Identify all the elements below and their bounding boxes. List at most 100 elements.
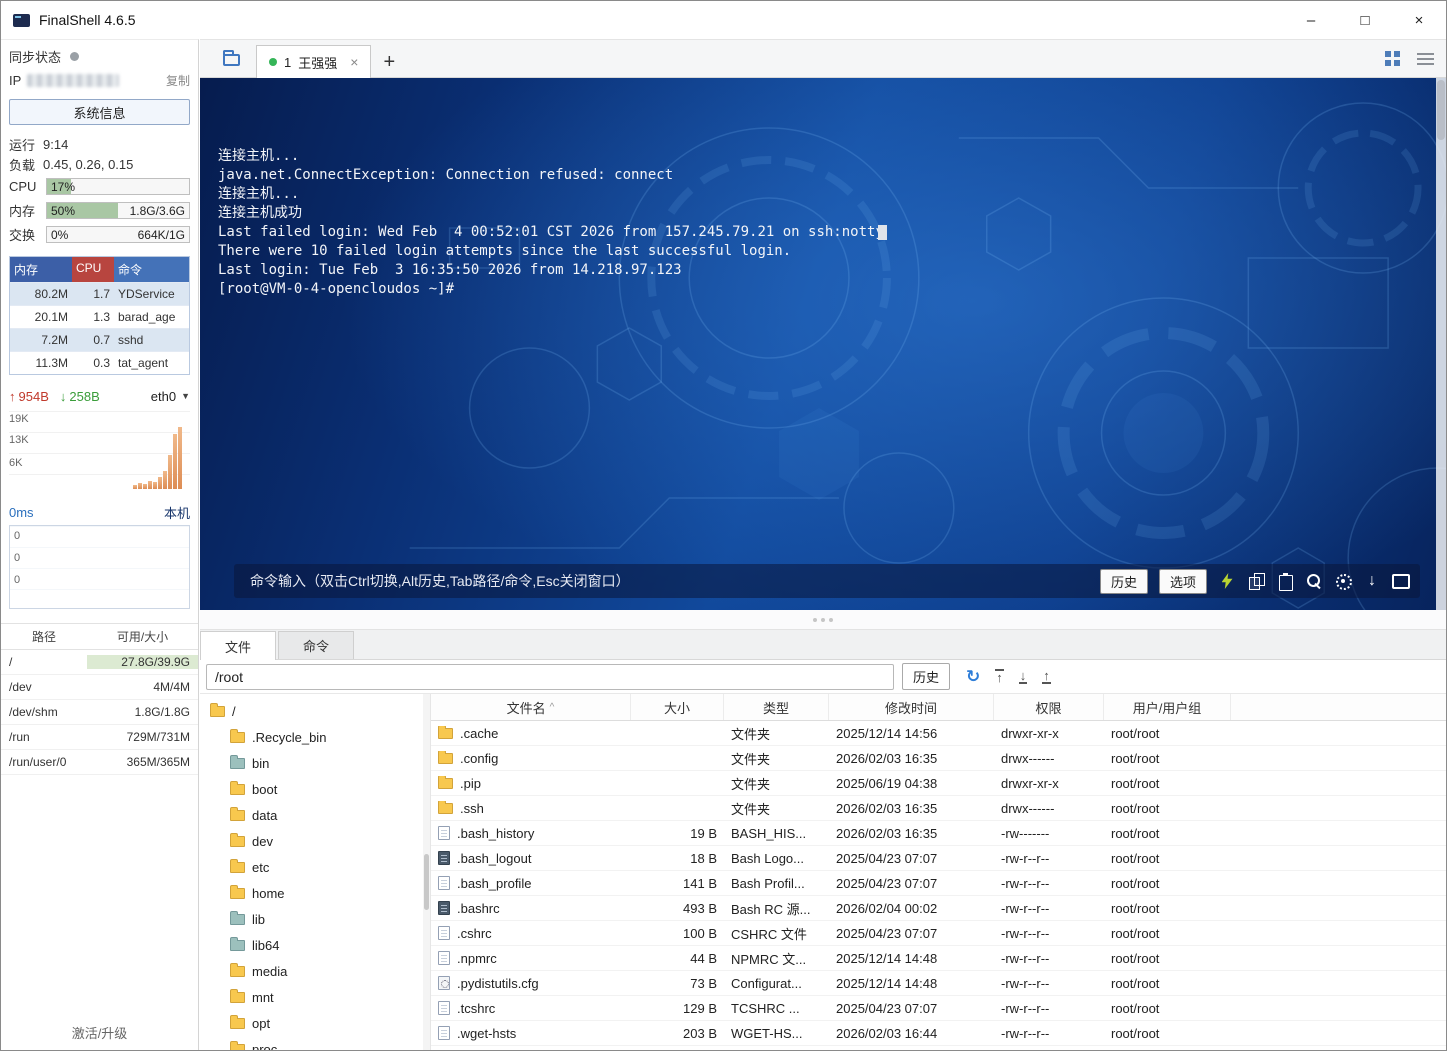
- options-button[interactable]: 选项: [1158, 568, 1207, 594]
- disk-size: 365M/365M: [126, 755, 190, 769]
- disk-col-path[interactable]: 路径: [1, 628, 87, 645]
- download-icon[interactable]: ↓: [1018, 669, 1028, 684]
- col-mtime[interactable]: 修改时间: [829, 694, 994, 720]
- net-chart-bar: [138, 483, 142, 489]
- file-row[interactable]: .bash_profile 141 B Bash Profil... 2025/…: [431, 871, 1446, 896]
- file-row[interactable]: .bashrc 493 B Bash RC 源... 2026/02/04 00…: [431, 896, 1446, 921]
- file-row[interactable]: .npmrc 44 B NPMRC 文... 2025/12/14 14:48 …: [431, 946, 1446, 971]
- tree-item[interactable]: bin: [200, 750, 430, 776]
- tree-item[interactable]: .Recycle_bin: [200, 724, 430, 750]
- tab-close-icon[interactable]: ×: [350, 54, 358, 70]
- file-perm: -rw-r--r--: [1001, 900, 1050, 916]
- activate-upgrade-link[interactable]: 激活/升级: [1, 1023, 198, 1042]
- command-input-bar[interactable]: 命令输入（双击Ctrl切换,Alt历史,Tab路径/命令,Esc关闭窗口） 历史…: [234, 564, 1420, 598]
- parent-directory-icon[interactable]: ↑: [995, 669, 1004, 684]
- tree-scrollbar[interactable]: [423, 694, 430, 1050]
- copy-icon[interactable]: [1247, 572, 1265, 590]
- file-row[interactable]: .bash_logout 18 B Bash Logo... 2025/04/2…: [431, 846, 1446, 871]
- col-type[interactable]: 类型: [724, 694, 829, 720]
- disk-table-header: 路径 可用/大小: [1, 624, 198, 650]
- menu-icon[interactable]: [1417, 52, 1434, 66]
- file-row[interactable]: .cshrc 100 B CSHRC 文件 2025/04/23 07:07 -…: [431, 921, 1446, 946]
- net-chart-bar: [163, 471, 167, 489]
- file-mtime: 2025/12/14 14:48: [836, 975, 938, 991]
- tree-item[interactable]: data: [200, 802, 430, 828]
- file-row[interactable]: .wget-hsts 203 B WGET-HS... 2026/02/03 1…: [431, 1021, 1446, 1046]
- disk-row[interactable]: / 27.8G/39.9G: [1, 650, 198, 675]
- paste-icon[interactable]: [1276, 572, 1294, 591]
- upload-icon[interactable]: ↑: [1042, 669, 1051, 684]
- terminal-tab[interactable]: 1 王强强 ×: [256, 45, 372, 78]
- file-type-icon: [438, 800, 453, 814]
- connected-dot-icon: [269, 58, 277, 66]
- process-row[interactable]: 7.2M 0.7 sshd: [10, 328, 189, 351]
- folder-icon: [230, 728, 245, 743]
- col-size[interactable]: 大小: [631, 694, 724, 720]
- interface-selector[interactable]: eth0 ▼: [151, 389, 190, 404]
- path-history-button[interactable]: 历史: [902, 663, 951, 690]
- main-area: 1 王强强 × + 连接主机... java.net.ConnectExcept…: [200, 39, 1446, 1050]
- file-row[interactable]: .config 文件夹 2026/02/03 16:35 drwx------ …: [431, 746, 1446, 771]
- file-name-cell: .cshrc: [431, 926, 631, 941]
- panel-splitter[interactable]: [200, 610, 1446, 630]
- minimize-button[interactable]: –: [1284, 1, 1338, 39]
- tab-commands[interactable]: 命令: [278, 631, 355, 659]
- disk-row[interactable]: /dev 4M/4M: [1, 675, 198, 700]
- tree-item[interactable]: etc: [200, 854, 430, 880]
- tree-item[interactable]: proc: [200, 1036, 430, 1050]
- tree-item[interactable]: boot: [200, 776, 430, 802]
- layout-grid-icon[interactable]: [1385, 51, 1401, 67]
- new-tab-button[interactable]: +: [383, 52, 395, 72]
- search-icon[interactable]: [1305, 572, 1323, 590]
- close-button[interactable]: ×: [1392, 1, 1446, 39]
- file-row[interactable]: .ssh 文件夹 2026/02/03 16:35 drwx------ roo…: [431, 796, 1446, 821]
- disk-row[interactable]: /run 729M/731M: [1, 725, 198, 750]
- fullscreen-icon[interactable]: [1392, 572, 1410, 590]
- file-row[interactable]: .pip 文件夹 2025/06/19 04:38 drwxr-xr-x roo…: [431, 771, 1446, 796]
- tree-item[interactable]: mnt: [200, 984, 430, 1010]
- folder-icon: [230, 806, 245, 821]
- terminal[interactable]: 连接主机... java.net.ConnectException: Connec…: [200, 78, 1446, 610]
- process-row[interactable]: 80.2M 1.7 YDService: [10, 282, 189, 305]
- tree-item[interactable]: opt: [200, 1010, 430, 1036]
- tree-item[interactable]: dev: [200, 828, 430, 854]
- process-row[interactable]: 11.3M 0.3 tat_agent: [10, 351, 189, 374]
- tree-scrollbar-thumb[interactable]: [424, 854, 429, 911]
- network-traffic-chart: 19K 13K 6K: [9, 411, 190, 491]
- tab-files[interactable]: 文件: [200, 631, 277, 660]
- file-type: WGET-HS...: [731, 1025, 803, 1041]
- process-col-cmd[interactable]: 命令: [114, 257, 189, 282]
- history-button[interactable]: 历史: [1099, 568, 1148, 594]
- file-row[interactable]: .pydistutils.cfg 73 B Configurat... 2025…: [431, 971, 1446, 996]
- gear-icon[interactable]: [1334, 572, 1352, 590]
- tree-item[interactable]: lib64: [200, 932, 430, 958]
- scroll-down-icon[interactable]: ↓: [1363, 572, 1381, 590]
- file-type-icon: [438, 876, 450, 890]
- col-perm[interactable]: 权限: [994, 694, 1104, 720]
- process-row[interactable]: 20.1M 1.3 barad_age: [10, 305, 189, 328]
- meter-percent: 0%: [51, 227, 69, 242]
- process-col-cpu[interactable]: CPU: [72, 257, 114, 282]
- file-row[interactable]: .tcshrc 129 B TCSHRC ... 2025/04/23 07:0…: [431, 996, 1446, 1021]
- refresh-icon[interactable]: ↻: [966, 668, 980, 685]
- tree-root[interactable]: /: [200, 698, 430, 724]
- tree-item[interactable]: lib: [200, 906, 430, 932]
- col-owner[interactable]: 用户/用户组: [1104, 694, 1231, 720]
- process-col-mem[interactable]: 内存: [10, 257, 72, 282]
- maximize-button[interactable]: □: [1338, 1, 1392, 39]
- quick-command-icon[interactable]: [1218, 572, 1236, 590]
- path-input[interactable]: [206, 663, 894, 690]
- tree-item[interactable]: media: [200, 958, 430, 984]
- disk-col-size[interactable]: 可用/大小: [87, 628, 198, 645]
- disk-row[interactable]: /run/user/0 365M/365M: [1, 750, 198, 775]
- tree-item[interactable]: home: [200, 880, 430, 906]
- terminal-scrollbar[interactable]: [1436, 78, 1446, 610]
- file-row[interactable]: .bash_history 19 B BASH_HIS... 2026/02/0…: [431, 821, 1446, 846]
- file-row[interactable]: .cache 文件夹 2025/12/14 14:56 drwxr-xr-x r…: [431, 721, 1446, 746]
- connection-manager-button[interactable]: [214, 45, 248, 75]
- terminal-scrollbar-thumb[interactable]: [1437, 80, 1445, 140]
- system-info-button[interactable]: 系统信息: [9, 99, 190, 125]
- disk-row[interactable]: /dev/shm 1.8G/1.8G: [1, 700, 198, 725]
- col-filename[interactable]: 文件名 ^: [431, 694, 631, 720]
- copy-ip-button[interactable]: 复制: [166, 72, 190, 89]
